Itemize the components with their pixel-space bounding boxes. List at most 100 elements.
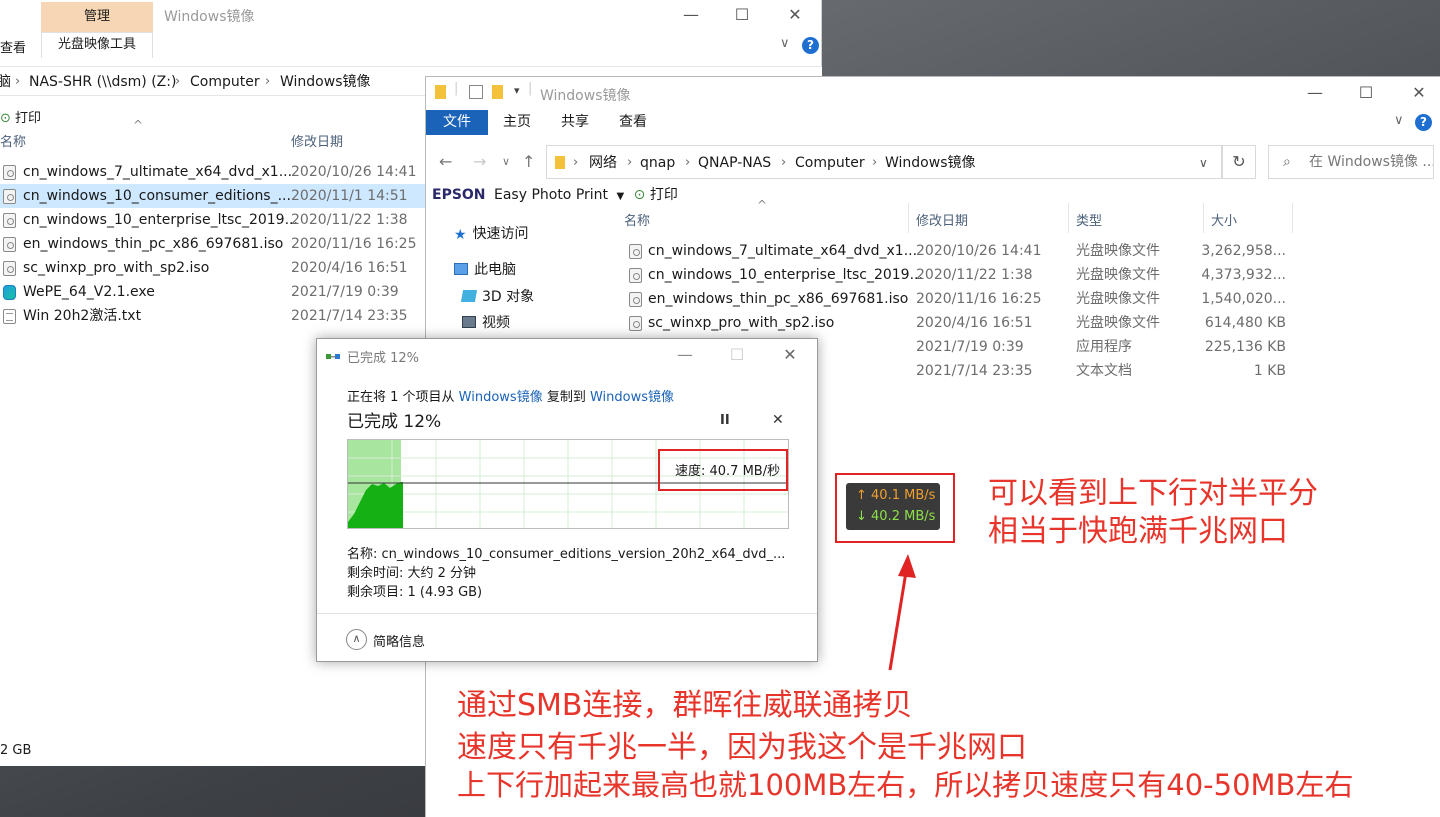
- expand-ribbon-icon[interactable]: ∨: [780, 36, 790, 51]
- disc-image-icon: [3, 189, 16, 204]
- back-arrow-icon[interactable]: ←: [439, 145, 452, 179]
- arrow-head: [898, 554, 916, 578]
- upload-speed: ↑ 40.1 MB/s: [856, 488, 936, 503]
- file-date: 2021/7/14 23:35: [916, 363, 1033, 379]
- up-arrow-icon[interactable]: ↑: [522, 145, 535, 179]
- disc-image-icon: [3, 213, 16, 228]
- nav-this-pc[interactable]: 此电脑: [454, 258, 516, 282]
- new-folder-icon[interactable]: [492, 85, 503, 99]
- tab-home[interactable]: 主页: [503, 110, 531, 135]
- column-size[interactable]: 大小: [1211, 210, 1237, 229]
- file-row[interactable]: sc_winxp_pro_with_sp2.iso 2020/4/16 16:51: [0, 256, 425, 280]
- address-bar[interactable]: › 网络 › qnap › QNAP-NAS › Computer › Wind…: [546, 145, 1222, 179]
- chevron-up-icon[interactable]: ∧: [346, 629, 367, 650]
- recent-dropdown-icon[interactable]: ∨: [502, 145, 510, 179]
- dialog-footer: ∧ 简略信息: [317, 613, 817, 661]
- breadcrumb-item[interactable]: Windows镜像: [885, 146, 976, 180]
- tab-share[interactable]: 共享: [561, 110, 589, 135]
- file-row[interactable]: en_windows_thin_pc_x86_697681.iso 2020/11…: [0, 232, 425, 256]
- nav-label: 快速访问: [472, 226, 529, 242]
- file-size: 614,480 KB: [1204, 315, 1286, 331]
- file-row[interactable]: cn_windows_7_ultimate_x64_dvd_x1... 2020/…: [0, 160, 425, 184]
- forward-arrow-icon[interactable]: →: [473, 145, 486, 179]
- close-button[interactable]: ✕: [775, 343, 805, 367]
- file-row[interactable]: cn_windows_10_consumer_editions_... 2020/…: [0, 184, 425, 208]
- maximize-button[interactable]: ☐: [727, 3, 757, 27]
- address-dropdown-icon[interactable]: ∨: [1199, 146, 1208, 180]
- properties-checkbox-icon[interactable]: [469, 85, 483, 99]
- nav-videos[interactable]: 视频: [462, 311, 510, 335]
- cancel-button[interactable]: ✕: [772, 412, 784, 428]
- file-row[interactable]: cn_windows_10_enterprise_ltsc_2019... 202…: [624, 263, 1440, 287]
- print-button[interactable]: 打印: [650, 187, 678, 203]
- breadcrumb-item[interactable]: QNAP-NAS: [698, 146, 771, 180]
- minimize-button[interactable]: —: [676, 3, 706, 27]
- pause-button[interactable]: II: [720, 413, 730, 428]
- file-name: sc_winxp_pro_with_sp2.iso: [23, 260, 210, 276]
- chevron-right-icon: ›: [872, 155, 878, 170]
- column-date[interactable]: 修改日期: [291, 131, 343, 150]
- file-row[interactable]: en_windows_thin_pc_x86_697681.iso 2020/11…: [624, 287, 1440, 311]
- minimize-button[interactable]: —: [670, 343, 700, 367]
- tab-view[interactable]: 查看: [619, 110, 647, 135]
- file-name: cn_windows_7_ultimate_x64_dvd_x1...: [648, 243, 918, 259]
- source-link[interactable]: Windows镜像: [459, 390, 543, 405]
- file-row[interactable]: Win 20h2激活.txt 2021/7/14 23:35: [0, 304, 425, 328]
- easy-photo-print-button[interactable]: Easy Photo Print: [494, 187, 608, 203]
- expand-ribbon-icon[interactable]: ∨: [1394, 113, 1404, 128]
- epson-toolbar: EPSON Easy Photo Print ▼ ⊙ 打印: [432, 185, 678, 205]
- nav-quick-access[interactable]: ★ 快速访问: [454, 222, 529, 246]
- folder-icon: [555, 156, 565, 169]
- title-bar: 管理 Windows镜像 — ☐ ✕: [0, 0, 822, 32]
- file-size: 3,262,958...: [1201, 243, 1286, 259]
- dest-link[interactable]: Windows镜像: [590, 390, 674, 405]
- less-details-button[interactable]: 简略信息: [373, 631, 425, 650]
- file-name-line: 名称: cn_windows_10_consumer_editions_vers…: [347, 547, 786, 562]
- breadcrumb-item[interactable]: NAS-SHR (\\dsm) (Z:): [29, 67, 176, 97]
- breadcrumb-item[interactable]: qnap: [640, 146, 675, 180]
- print-command[interactable]: ⊙ 打印: [0, 107, 41, 126]
- annotation-text: 上下行加起来最高也就100MB左右，所以拷贝速度只有40-50MB左右: [457, 768, 1354, 802]
- cube-icon: [460, 290, 478, 302]
- tab-disc-image-tools[interactable]: 光盘映像工具: [41, 32, 153, 58]
- file-row[interactable]: sc_winxp_pro_with_sp2.iso 2020/4/16 16:51…: [624, 311, 1440, 335]
- breadcrumb-item[interactable]: Computer: [190, 67, 260, 97]
- tab-file[interactable]: 文件: [426, 110, 488, 135]
- breadcrumb-item[interactable]: Windows镜像: [280, 67, 371, 97]
- manage-context-tab[interactable]: 管理: [41, 2, 153, 32]
- file-type: 光盘映像文件: [1076, 267, 1160, 283]
- column-name[interactable]: 名称: [624, 210, 650, 229]
- file-row[interactable]: cn_windows_10_enterprise_ltsc_2019... 202…: [0, 208, 425, 232]
- maximize-button[interactable]: ☐: [1351, 81, 1381, 105]
- help-icon[interactable]: ?: [1415, 114, 1432, 131]
- file-date: 2021/7/19 0:39: [291, 284, 399, 300]
- dialog-title: 已完成 12%: [347, 351, 420, 366]
- file-row[interactable]: cn_windows_7_ultimate_x64_dvd_x1... 2020/…: [624, 239, 1440, 263]
- column-type[interactable]: 类型: [1076, 210, 1102, 229]
- help-icon[interactable]: ?: [802, 37, 819, 54]
- breadcrumb-item[interactable]: Computer: [795, 146, 865, 180]
- minimize-button[interactable]: —: [1300, 81, 1330, 105]
- tab-view[interactable]: 查看: [0, 37, 26, 56]
- search-input[interactable]: ⌕ 在 Windows镜像 ...: [1268, 145, 1434, 179]
- network-speed-monitor: ↑ 40.1 MB/s ↓ 40.2 MB/s: [846, 483, 940, 530]
- refresh-button[interactable]: ↻: [1222, 145, 1256, 179]
- customize-qat-icon[interactable]: ▾: [514, 84, 520, 97]
- disc-image-icon: [629, 244, 642, 259]
- file-date: 2020/11/16 16:25: [291, 236, 417, 252]
- file-date: 2020/11/1 14:51: [291, 188, 408, 204]
- file-name: cn_windows_10_consumer_editions_...: [23, 188, 291, 204]
- file-date: 2020/10/26 14:41: [916, 243, 1042, 259]
- copy-progress-dialog: 已完成 12% — ☐ ✕ 正在将 1 个项目从 Windows镜像 复制到 W…: [316, 338, 818, 662]
- breadcrumb-item[interactable]: 网络: [589, 146, 617, 180]
- dropdown-icon[interactable]: ▼: [616, 191, 624, 202]
- column-name[interactable]: 名称: [0, 131, 26, 150]
- column-date[interactable]: 修改日期: [916, 210, 968, 229]
- file-row[interactable]: WePE_64_V2.1.exe 2021/7/19 0:39: [0, 280, 425, 304]
- disc-image-icon: [3, 165, 16, 180]
- close-button[interactable]: ✕: [1404, 81, 1434, 105]
- nav-label: 视频: [482, 315, 510, 331]
- nav-3d-objects[interactable]: 3D 对象: [460, 285, 534, 309]
- close-button[interactable]: ✕: [780, 3, 810, 27]
- file-name: cn_windows_7_ultimate_x64_dvd_x1...: [23, 164, 293, 180]
